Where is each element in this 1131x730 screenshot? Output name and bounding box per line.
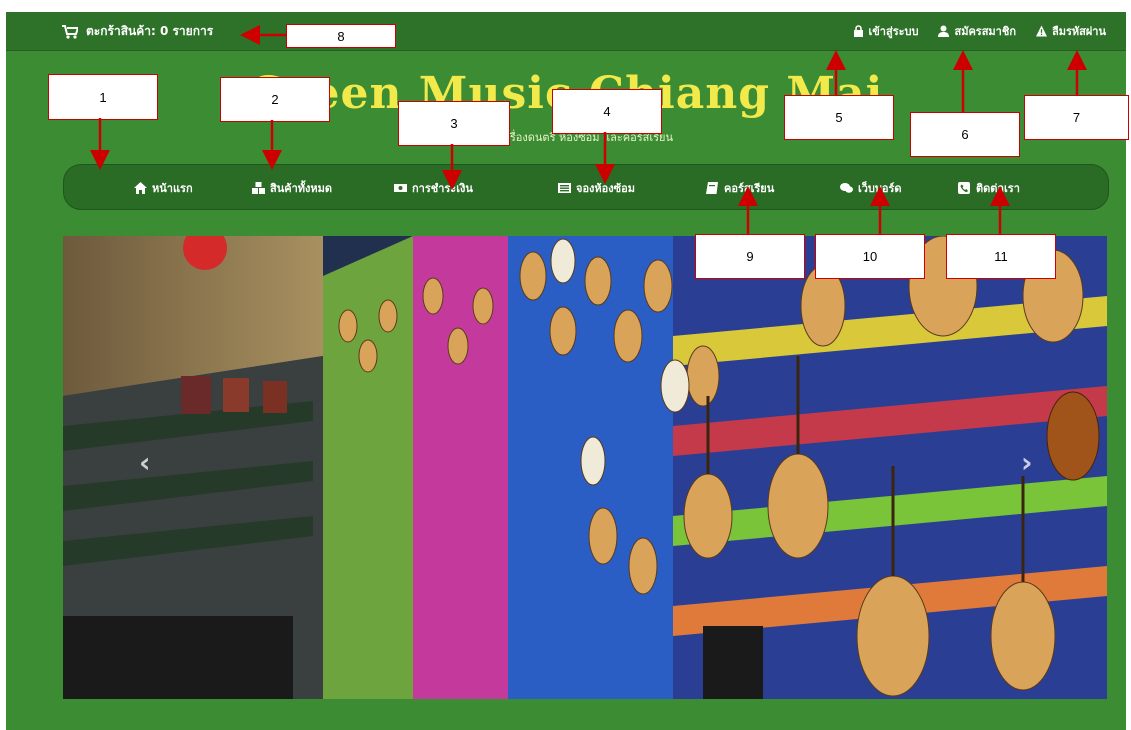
- register-label: สมัครสมาชิก: [954, 25, 1016, 38]
- callout-2: 2: [220, 77, 330, 122]
- nav-courses-label: คอร์สเรียน: [724, 182, 775, 195]
- callout-3: 3: [398, 101, 510, 146]
- cubes-icon: [252, 182, 265, 194]
- callout-7: 7: [1024, 95, 1129, 140]
- nav-book-room-label: จองห้องซ้อม: [576, 182, 635, 195]
- cart-link[interactable]: ตะกร้าสินค้า: 0 รายการ: [62, 22, 213, 41]
- callout-9: 9: [695, 234, 805, 279]
- cart-label: ตะกร้าสินค้า: 0 รายการ: [86, 24, 214, 38]
- nav-contact[interactable]: ติดต่อเรา: [958, 179, 1020, 197]
- callout-1: 1: [48, 74, 158, 120]
- user-icon: [938, 25, 950, 37]
- book-icon: [706, 182, 718, 194]
- warning-icon: [1035, 25, 1047, 37]
- chat-icon: [840, 183, 853, 193]
- callout-4: 4: [552, 89, 662, 134]
- carousel-prev[interactable]: ‹: [139, 446, 151, 479]
- callout-5: 5: [784, 95, 894, 140]
- top-bar: ตะกร้าสินค้า: 0 รายการ เข้าสู่ระบบ สมัคร…: [6, 12, 1126, 51]
- nav-contact-label: ติดต่อเรา: [976, 182, 1020, 195]
- guitar-shop-photo: [63, 236, 1107, 699]
- nav-payment[interactable]: การชำระเงิน: [394, 179, 473, 197]
- main-navbar: หน้าแรก สินค้าทั้งหมด การชำระเงิน จองห้อ…: [63, 164, 1109, 210]
- nav-book-room[interactable]: จองห้องซ้อม: [558, 179, 635, 197]
- forgot-password-label: ลืมรหัสผ่าน: [1051, 25, 1106, 38]
- nav-all-products[interactable]: สินค้าทั้งหมด: [252, 179, 332, 197]
- nav-payment-label: การชำระเงิน: [412, 182, 473, 195]
- carousel-next[interactable]: ›: [1021, 446, 1033, 479]
- login-label: เข้าสู่ระบบ: [868, 25, 919, 38]
- callout-10: 10: [815, 234, 925, 279]
- nav-webboard-label: เว็บบอร์ด: [858, 182, 902, 195]
- home-icon: [134, 182, 147, 194]
- phone-icon: [958, 182, 970, 194]
- nav-courses[interactable]: คอร์สเรียน: [706, 179, 774, 197]
- nav-all-products-label: สินค้าทั้งหมด: [270, 182, 333, 195]
- callout-8: 8: [286, 24, 396, 48]
- list-icon: [558, 183, 571, 193]
- lock-icon: [853, 25, 863, 37]
- account-links: เข้าสู่ระบบ สมัครสมาชิก ลืมรหัสผ่าน: [853, 22, 1106, 40]
- register-link[interactable]: สมัครสมาชิก: [938, 22, 1016, 40]
- nav-home-label: หน้าแรก: [152, 182, 193, 195]
- nav-webboard[interactable]: เว็บบอร์ด: [840, 179, 902, 197]
- money-icon: [394, 184, 407, 192]
- nav-home[interactable]: หน้าแรก: [134, 179, 193, 197]
- hero-carousel[interactable]: ‹ ›: [63, 236, 1107, 699]
- shopping-cart-icon: [62, 24, 78, 39]
- forgot-password-link[interactable]: ลืมรหัสผ่าน: [1035, 22, 1106, 40]
- callout-6: 6: [910, 112, 1020, 157]
- callout-11: 11: [946, 234, 1056, 279]
- login-link[interactable]: เข้าสู่ระบบ: [853, 22, 919, 40]
